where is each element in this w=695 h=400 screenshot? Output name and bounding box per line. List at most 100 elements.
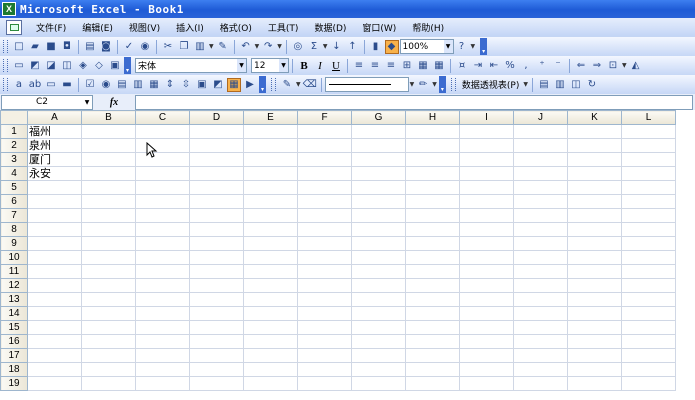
column-header-d[interactable]: D [189, 110, 244, 125]
toolbar-options-icon[interactable]: ▾ [124, 57, 131, 74]
align-left-icon[interactable]: ≡ [352, 59, 366, 73]
cell-g3[interactable] [351, 152, 406, 167]
cell-h11[interactable] [405, 264, 460, 279]
cell-a15[interactable] [27, 320, 82, 335]
fill-color-icon[interactable]: ◭ [629, 59, 643, 73]
track-icon[interactable]: ◇ [92, 59, 106, 73]
envelope-icon[interactable]: ▭ [12, 59, 26, 73]
cell-d3[interactable] [189, 152, 244, 167]
chevron-down-icon[interactable]: ▼ [296, 81, 301, 88]
cell-e5[interactable] [243, 180, 298, 195]
cell-h13[interactable] [405, 292, 460, 307]
cell-j2[interactable] [513, 138, 568, 153]
cell-i12[interactable] [459, 278, 514, 293]
menu-view[interactable]: 视图(V) [121, 21, 168, 34]
chevron-down-icon[interactable]: ▼ [277, 43, 282, 50]
cell-f14[interactable] [297, 306, 352, 321]
cell-g17[interactable] [351, 348, 406, 363]
cell-a14[interactable] [27, 306, 82, 321]
cell-a2[interactable]: 泉州 [27, 138, 82, 153]
currency-icon[interactable]: ¤ [455, 59, 469, 73]
cell-a5[interactable] [27, 180, 82, 195]
cell-b19[interactable] [81, 376, 136, 391]
line-style-select[interactable] [324, 77, 409, 92]
menu-insert[interactable]: 插入(I) [168, 21, 212, 34]
cell-k1[interactable] [567, 124, 622, 139]
cell-i1[interactable] [459, 124, 514, 139]
cell-a19[interactable] [27, 376, 82, 391]
cell-l8[interactable] [621, 222, 676, 237]
cell-j4[interactable] [513, 166, 568, 181]
cell-h3[interactable] [405, 152, 460, 167]
cell-a9[interactable] [27, 236, 82, 251]
cell-j7[interactable] [513, 208, 568, 223]
cell-j19[interactable] [513, 376, 568, 391]
excel-app-icon[interactable]: X [2, 2, 16, 16]
toolbar-options-icon[interactable]: ▾ [480, 38, 488, 55]
cell-e9[interactable] [243, 236, 298, 251]
cell-g9[interactable] [351, 236, 406, 251]
cell-e11[interactable] [243, 264, 298, 279]
cell-f1[interactable] [297, 124, 352, 139]
cell-a6[interactable] [27, 194, 82, 209]
cell-k5[interactable] [567, 180, 622, 195]
cell-k3[interactable] [567, 152, 622, 167]
cell-i10[interactable] [459, 250, 514, 265]
row-header[interactable]: 17 [0, 348, 28, 363]
toolbar-options-icon[interactable]: ▾ [438, 76, 446, 93]
cell-d9[interactable] [189, 236, 244, 251]
sort-ascending-icon[interactable]: ↓ [330, 40, 344, 54]
toggle-grid-icon[interactable]: ▦ [227, 77, 241, 92]
cell-f4[interactable] [297, 166, 352, 181]
cell-i11[interactable] [459, 264, 514, 279]
cell-g12[interactable] [351, 278, 406, 293]
cell-j14[interactable] [513, 306, 568, 321]
cell-l12[interactable] [621, 278, 676, 293]
cell-e1[interactable] [243, 124, 298, 139]
align-center-icon[interactable]: ≡ [368, 59, 382, 73]
cell-j9[interactable] [513, 236, 568, 251]
cell-j3[interactable] [513, 152, 568, 167]
cell-l15[interactable] [621, 320, 676, 335]
cell-a8[interactable] [27, 222, 82, 237]
cell-c10[interactable] [135, 250, 190, 265]
comma-button[interactable]: , [519, 59, 533, 73]
cell-e6[interactable] [243, 194, 298, 209]
column-header-a[interactable]: A [27, 110, 82, 125]
cell-k11[interactable] [567, 264, 622, 279]
cell-b18[interactable] [81, 362, 136, 377]
cell-a17[interactable] [27, 348, 82, 363]
column-header-f[interactable]: F [297, 110, 352, 125]
insert-function-button[interactable]: fx [93, 97, 135, 108]
pivot-chart-icon[interactable]: ▥ [553, 78, 567, 92]
cell-k18[interactable] [567, 362, 622, 377]
cell-k6[interactable] [567, 194, 622, 209]
cell-i3[interactable] [459, 152, 514, 167]
cell-f2[interactable] [297, 138, 352, 153]
markup-icon[interactable]: ◫ [60, 59, 74, 73]
hyperlink-icon[interactable]: ◎ [291, 40, 305, 54]
merge-icon[interactable]: ▦ [416, 59, 430, 73]
cell-i5[interactable] [459, 180, 514, 195]
cell-i6[interactable] [459, 194, 514, 209]
cell-b7[interactable] [81, 208, 136, 223]
row-header[interactable]: 10 [0, 250, 28, 265]
cell-h15[interactable] [405, 320, 460, 335]
cell-e2[interactable] [243, 138, 298, 153]
column-header-k[interactable]: K [567, 110, 622, 125]
scroll-bar-icon[interactable]: ⇕ [163, 78, 177, 92]
cell-a1[interactable]: 福州 [27, 124, 82, 139]
cell-c8[interactable] [135, 222, 190, 237]
cell-g19[interactable] [351, 376, 406, 391]
cell-l5[interactable] [621, 180, 676, 195]
cell-d5[interactable] [189, 180, 244, 195]
percent-button[interactable]: % [503, 59, 517, 73]
cell-c9[interactable] [135, 236, 190, 251]
sort-descending-icon[interactable]: ↑ [346, 40, 360, 54]
cell-j8[interactable] [513, 222, 568, 237]
cell-g15[interactable] [351, 320, 406, 335]
grid-icon[interactable]: ▦ [432, 59, 446, 73]
cell-c15[interactable] [135, 320, 190, 335]
row-header[interactable]: 9 [0, 236, 28, 251]
redo-icon[interactable]: ↷ [261, 40, 275, 54]
